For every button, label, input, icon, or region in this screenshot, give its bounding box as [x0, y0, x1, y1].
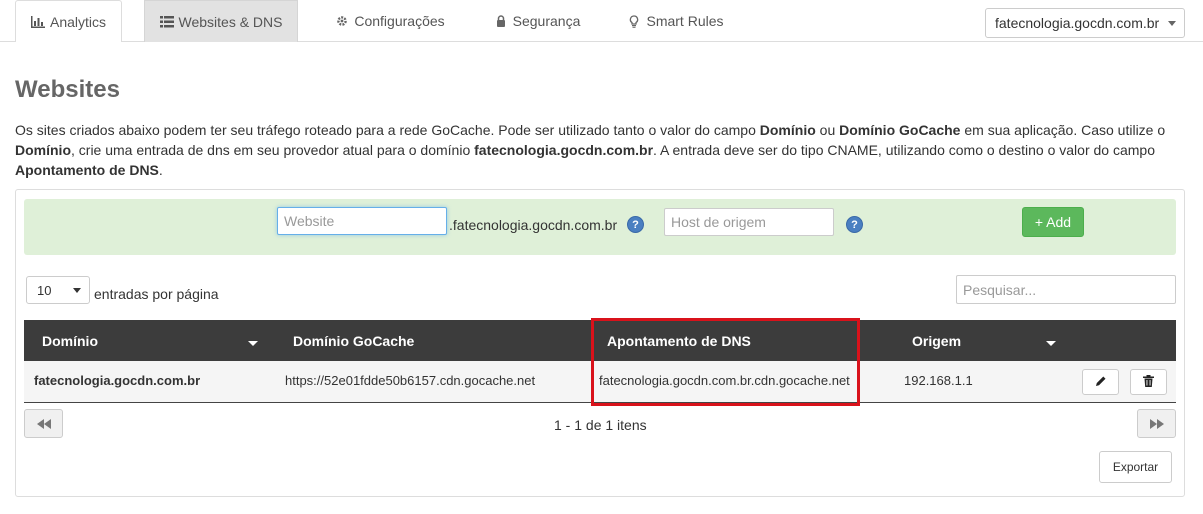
- column-header-dominio[interactable]: Domínio: [42, 320, 98, 361]
- pagination-info: 1 - 1 de 1 itens: [554, 417, 647, 433]
- tab-analytics-label: Analytics: [49, 13, 107, 30]
- intro-text-part: ou: [815, 122, 840, 138]
- double-left-arrow-icon: [36, 416, 51, 432]
- lock-icon: [494, 14, 508, 28]
- double-right-arrow-icon: [1149, 416, 1164, 432]
- sort-caret-icon[interactable]: [248, 341, 258, 346]
- sort-caret-icon[interactable]: [1046, 341, 1056, 346]
- site-selector[interactable]: fatecnologia.gocdn.com.br: [985, 8, 1185, 38]
- search-input[interactable]: [956, 275, 1176, 304]
- tab-websites-dns[interactable]: Websites & DNS: [144, 0, 298, 42]
- tab-configuracoes-label: Configurações: [354, 13, 445, 29]
- delete-button[interactable]: [1130, 369, 1167, 395]
- table-header: Domínio Domínio GoCache Apontamento de D…: [24, 320, 1176, 361]
- lightbulb-icon: [627, 14, 641, 28]
- intro-bold-dominio: Domínio: [759, 122, 816, 138]
- cell-dominio-gocache: https://52e01fdde50b6157.cdn.gocache.net: [285, 372, 536, 388]
- intro-bold-dominio: Domínio: [15, 142, 71, 158]
- column-header-dominio-gocache[interactable]: Domínio GoCache: [293, 320, 414, 361]
- pencil-icon: [1095, 374, 1107, 390]
- page-title: Websites: [15, 76, 120, 103]
- table-row: fatecnologia.gocdn.com.br https://52e01f…: [24, 361, 1176, 403]
- top-nav: Analytics Websites & DNS Configurações S…: [0, 0, 1203, 42]
- cell-origem: 192.168.1.1: [904, 372, 973, 388]
- gear-icon: [335, 14, 349, 28]
- trash-icon: [1143, 374, 1154, 390]
- tab-smart-rules[interactable]: Smart Rules: [614, 0, 737, 42]
- tab-smart-rules-label: Smart Rules: [646, 13, 724, 29]
- bar-chart-icon: [30, 15, 45, 29]
- export-button[interactable]: Exportar: [1099, 451, 1172, 483]
- intro-text-part: . A entrada deve ser do tipo CNAME, util…: [653, 142, 1155, 158]
- help-icon[interactable]: ?: [846, 216, 863, 233]
- intro-text-part: em sua aplicação. Caso utilize o: [960, 122, 1166, 138]
- tab-seguranca-label: Segurança: [512, 13, 581, 29]
- last-page-button[interactable]: [1137, 409, 1176, 438]
- first-page-button[interactable]: [24, 409, 63, 438]
- tab-seguranca[interactable]: Segurança: [482, 0, 592, 42]
- cell-dominio: fatecnologia.gocdn.com.br: [34, 372, 201, 388]
- per-page-value: 10: [37, 282, 52, 298]
- site-selector-value: fatecnologia.gocdn.com.br: [995, 15, 1160, 31]
- help-icon[interactable]: ?: [627, 216, 644, 233]
- origin-host-input[interactable]: [664, 208, 834, 236]
- add-button[interactable]: + Add: [1022, 207, 1084, 237]
- intro-bold-dominio-gocache: Domínio GoCache: [839, 122, 961, 138]
- website-input[interactable]: [277, 207, 447, 235]
- per-page-label: entradas por página: [94, 286, 219, 302]
- intro-bold-site: fatecnologia.gocdn.com.br: [474, 142, 654, 158]
- tab-analytics[interactable]: Analytics: [15, 0, 122, 42]
- list-icon: [159, 15, 174, 29]
- intro-text: Os sites criados abaixo podem ter seu tr…: [15, 120, 1195, 180]
- intro-text-part: , crie uma entrada de dns em seu provedo…: [71, 142, 475, 158]
- per-page-select[interactable]: 10: [26, 276, 90, 304]
- tab-configuracoes[interactable]: Configurações: [320, 0, 460, 42]
- edit-button[interactable]: [1082, 369, 1119, 395]
- chevron-down-icon: [73, 288, 81, 293]
- domain-suffix: .fatecnologia.gocdn.com.br: [449, 217, 618, 233]
- column-header-apontamento-dns[interactable]: Apontamento de DNS: [607, 320, 751, 361]
- intro-text-part: Os sites criados abaixo podem ter seu tr…: [15, 122, 760, 138]
- tab-websites-dns-label: Websites & DNS: [178, 13, 283, 30]
- column-header-origem[interactable]: Origem: [912, 320, 961, 361]
- intro-bold-apontamento: Apontamento de DNS: [15, 162, 159, 178]
- intro-text-part: .: [158, 162, 163, 178]
- cell-apontamento-dns: fatecnologia.gocdn.com.br.cdn.gocache.ne…: [599, 372, 850, 388]
- chevron-down-icon: [1168, 21, 1176, 26]
